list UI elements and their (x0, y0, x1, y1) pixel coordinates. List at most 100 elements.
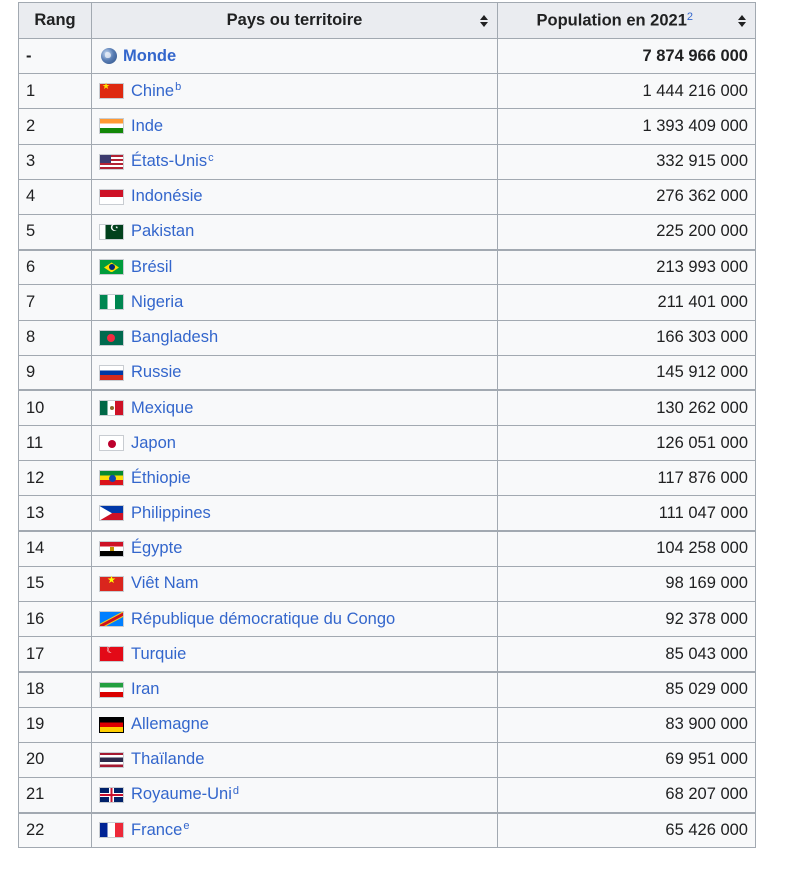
country-link[interactable]: Bangladesh (131, 328, 218, 347)
rank-cell: 3 (18, 143, 92, 180)
rank-cell: 9 (18, 354, 92, 392)
table-row: 11 Japon 126 051 000 (18, 425, 756, 462)
table-row: 21 Royaume-Uni d 68 207 000 (18, 776, 756, 814)
country-cell: Thaïlande (91, 741, 498, 778)
flag-pk-icon (99, 223, 124, 240)
footnote-link[interactable]: e (183, 820, 189, 832)
country-link[interactable]: Indonésie (131, 187, 203, 206)
country-link[interactable]: Philippines (131, 504, 211, 523)
footnote-link[interactable]: b (175, 81, 181, 93)
country-link[interactable]: République démocratique du Congo (131, 610, 395, 629)
table-row: 14 Égypte 104 258 000 (18, 530, 756, 567)
country-link[interactable]: Japon (131, 434, 176, 453)
population-cell: 332 915 000 (497, 143, 756, 180)
world-row: - Monde 7 874 966 000 (18, 37, 756, 75)
flag-ph-icon (99, 505, 124, 522)
country-cell: Indonésie (91, 178, 498, 215)
country-link[interactable]: Viêt Nam (131, 574, 199, 593)
country-link[interactable]: Thaïlande (131, 750, 204, 769)
rank-cell: 22 (18, 812, 92, 849)
flag-id-icon (99, 188, 124, 205)
flag-mx-icon (99, 400, 124, 417)
table-row: 6 Brésil 213 993 000 (18, 249, 756, 286)
flag-th-icon (99, 751, 124, 768)
country-cell: Bangladesh (91, 319, 498, 356)
population-header-note-link[interactable]: 2 (687, 11, 693, 23)
table-row: 4 Indonésie 276 362 000 (18, 178, 756, 215)
country-link[interactable]: Russie (131, 363, 181, 382)
country-cell: Brésil (91, 249, 498, 286)
country-column-header[interactable]: Pays ou territoire (91, 2, 498, 39)
country-link[interactable]: Iran (131, 680, 159, 699)
country-cell: Royaume-Uni d (91, 776, 498, 814)
table-row: 16 République démocratique du Congo 92 378… (18, 600, 756, 638)
flag-in-icon (99, 118, 124, 135)
country-cell: France e (91, 812, 498, 849)
country-cell: Iran (91, 671, 498, 708)
country-cell: Allemagne (91, 706, 498, 743)
population-cell: 83 900 000 (497, 706, 756, 743)
table-row: 13 Philippines 111 047 000 (18, 495, 756, 533)
country-link[interactable]: Nigeria (131, 293, 183, 312)
flag-br-icon (99, 259, 124, 276)
flag-vn-icon (99, 575, 124, 592)
rank-cell: 7 (18, 284, 92, 321)
table-row: 9 Russie 145 912 000 (18, 354, 756, 392)
country-link[interactable]: Égypte (131, 539, 182, 558)
population-cell: 130 262 000 (497, 389, 756, 427)
world-link[interactable]: Monde (123, 47, 176, 66)
sort-icon[interactable] (738, 14, 746, 27)
table-row: 18 Iran 85 029 000 (18, 671, 756, 708)
population-header-label: Population en 2021 (536, 11, 687, 30)
population-cell: 166 303 000 (497, 319, 756, 356)
footnote-link[interactable]: c (208, 152, 214, 164)
table-row: 8 Bangladesh 166 303 000 (18, 319, 756, 356)
population-cell: 126 051 000 (497, 425, 756, 462)
rank-cell: 15 (18, 565, 92, 603)
flag-ir-icon (99, 681, 124, 698)
population-column-header[interactable]: Population en 20212 (497, 2, 756, 39)
country-link[interactable]: Turquie (131, 645, 186, 664)
country-link[interactable]: France (131, 821, 182, 840)
population-cell: 7 874 966 000 (497, 37, 756, 75)
rank-cell: 14 (18, 530, 92, 567)
table-row: 10 Mexique 130 262 000 (18, 389, 756, 427)
globe-icon (101, 48, 117, 65)
rank-cell: 4 (18, 178, 92, 215)
country-link[interactable]: Éthiopie (131, 469, 191, 488)
rank-cell: 20 (18, 741, 92, 778)
footnote-link[interactable]: d (233, 785, 239, 797)
sort-icon[interactable] (480, 14, 488, 27)
flag-et-icon (99, 470, 124, 487)
country-cell: Monde (91, 37, 498, 75)
country-link[interactable]: États-Unis (131, 152, 207, 171)
country-cell: Pakistan (91, 213, 498, 251)
flag-jp-icon (99, 435, 124, 452)
population-cell: 65 426 000 (497, 812, 756, 849)
country-cell: Inde (91, 108, 498, 145)
flag-gb-icon (99, 786, 124, 803)
rank-cell: 10 (18, 389, 92, 427)
flag-bd-icon (99, 329, 124, 346)
country-cell: République démocratique du Congo (91, 600, 498, 638)
country-link[interactable]: Mexique (131, 399, 193, 418)
country-cell: Philippines (91, 495, 498, 533)
country-cell: États-Unis c (91, 143, 498, 180)
country-link[interactable]: Chine (131, 82, 174, 101)
rank-cell: 19 (18, 706, 92, 743)
country-link[interactable]: Allemagne (131, 715, 209, 734)
population-cell: 85 043 000 (497, 636, 756, 673)
population-table: Rang Pays ou territoire Population en 20… (18, 2, 756, 849)
country-cell: Viêt Nam (91, 565, 498, 603)
table-row: 5 Pakistan 225 200 000 (18, 213, 756, 251)
country-link[interactable]: Brésil (131, 258, 172, 277)
population-cell: 92 378 000 (497, 600, 756, 638)
country-link[interactable]: Inde (131, 117, 163, 136)
rank-cell: 1 (18, 73, 92, 110)
rank-column-header: Rang (18, 2, 92, 39)
population-cell: 1 393 409 000 (497, 108, 756, 145)
population-cell: 104 258 000 (497, 530, 756, 567)
flag-cn-icon (99, 81, 124, 100)
country-link[interactable]: Royaume-Uni (131, 785, 232, 804)
country-link[interactable]: Pakistan (131, 222, 194, 241)
